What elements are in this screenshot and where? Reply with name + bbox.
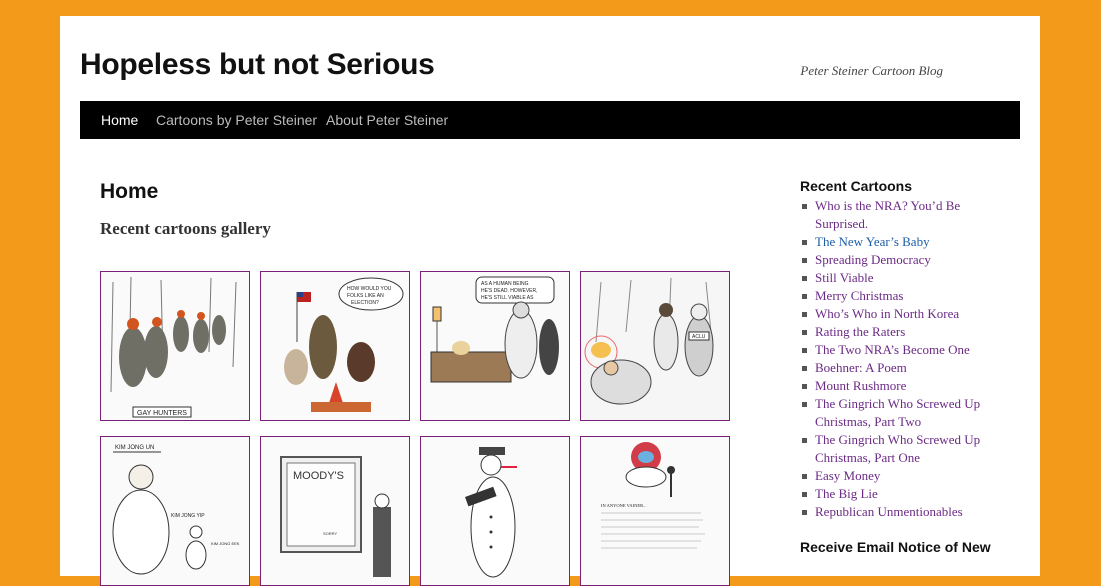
cartoon-thumbnail-1[interactable]: GAY HUNTERS bbox=[100, 271, 250, 421]
cartoon-image: IN ANYONE VAINER... bbox=[581, 437, 729, 585]
cartoon-caption: IN ANYONE VAINER... bbox=[601, 503, 646, 508]
svg-text:HE'S DEAD. HOWEVER,: HE'S DEAD. HOWEVER, bbox=[481, 288, 538, 294]
list-item: Easy Money bbox=[800, 467, 1000, 485]
recent-link[interactable]: The New Year’s Baby bbox=[815, 234, 930, 249]
svg-text:ELECTION?: ELECTION? bbox=[351, 300, 379, 306]
recent-link[interactable]: Republican Unmentionables bbox=[815, 504, 963, 519]
list-item: Who is the NRA? You’d Be Surprised. bbox=[800, 197, 1000, 233]
recent-link[interactable]: The Gingrich Who Screwed Up Christmas, P… bbox=[815, 396, 980, 429]
recent-link[interactable]: The Two NRA’s Become One bbox=[815, 342, 970, 357]
cartoon-thumbnail-8[interactable]: IN ANYONE VAINER... bbox=[580, 436, 730, 586]
cartoon-caption: GAY HUNTERS bbox=[137, 410, 187, 417]
cartoon-thumbnail-6[interactable]: MOODY'S SORRY bbox=[260, 436, 410, 586]
cartoon-caption: MOODY'S bbox=[293, 470, 344, 482]
page-container: Hopeless but not Serious Peter Steiner C… bbox=[60, 16, 1040, 586]
recent-cartoons-list: Who is the NRA? You’d Be Surprised. The … bbox=[800, 197, 1000, 521]
cartoon-thumbnail-7[interactable] bbox=[420, 436, 570, 586]
recent-link[interactable]: Easy Money bbox=[815, 468, 880, 483]
recent-link[interactable]: Boehner: A Poem bbox=[815, 360, 907, 375]
cartoon-image bbox=[421, 437, 569, 585]
svg-text:KIM JONG EEK: KIM JONG EEK bbox=[211, 541, 240, 546]
cartoon-image: KIM JONG UN KIM JONG YIP KIM JONG EEK bbox=[101, 437, 249, 585]
recent-link[interactable]: Who is the NRA? You’d Be Surprised. bbox=[815, 198, 960, 231]
cartoon-thumbnail-2[interactable]: HOW WOULD YOU FOLKS LIKE AN ELECTION? bbox=[260, 271, 410, 421]
site-tagline: Peter Steiner Cartoon Blog bbox=[800, 63, 943, 78]
list-item: Republican Unmentionables bbox=[800, 503, 1000, 521]
list-item: Who’s Who in North Korea bbox=[800, 305, 1000, 323]
recent-link[interactable]: The Big Lie bbox=[815, 486, 878, 501]
svg-text:KIM JONG YIP: KIM JONG YIP bbox=[171, 513, 205, 519]
list-item: Merry Christmas bbox=[800, 287, 1000, 305]
sidebar-email-title: Receive Email Notice of New bbox=[800, 539, 991, 555]
recent-link[interactable]: Who’s Who in North Korea bbox=[815, 306, 959, 321]
svg-text:HE'S STILL VIABLE AS: HE'S STILL VIABLE AS bbox=[481, 295, 534, 301]
list-item: The Gingrich Who Screwed Up Christmas, P… bbox=[800, 395, 1000, 431]
svg-text:SORRY: SORRY bbox=[323, 531, 337, 536]
svg-text:FOLKS LIKE AN: FOLKS LIKE AN bbox=[347, 293, 384, 299]
list-item: The New Year’s Baby bbox=[800, 233, 1000, 251]
recent-link[interactable]: Spreading Democracy bbox=[815, 252, 931, 267]
list-item: The Gingrich Who Screwed Up Christmas, P… bbox=[800, 431, 1000, 467]
nav-item-about[interactable]: About Peter Steiner bbox=[326, 112, 448, 128]
recent-link[interactable]: The Gingrich Who Screwed Up Christmas, P… bbox=[815, 432, 980, 465]
recent-link[interactable]: Merry Christmas bbox=[815, 288, 903, 303]
svg-text:HOW WOULD YOU: HOW WOULD YOU bbox=[347, 286, 392, 292]
recent-link[interactable]: Mount Rushmore bbox=[815, 378, 906, 393]
list-item: Spreading Democracy bbox=[800, 251, 1000, 269]
svg-text:ACLU: ACLU bbox=[692, 334, 706, 340]
list-item: Rating the Raters bbox=[800, 323, 1000, 341]
page-title: Home bbox=[100, 180, 159, 203]
cartoon-image: HOW WOULD YOU FOLKS LIKE AN ELECTION? bbox=[261, 272, 409, 420]
nav-item-home[interactable]: Home bbox=[101, 112, 138, 128]
cartoon-thumbnail-3[interactable]: AS A HUMAN BEING HE'S DEAD. HOWEVER, HE'… bbox=[420, 271, 570, 421]
cartoon-thumbnail-4[interactable]: ACLU bbox=[580, 271, 730, 421]
cartoon-image: AS A HUMAN BEING HE'S DEAD. HOWEVER, HE'… bbox=[421, 272, 569, 420]
cartoon-image: ACLU bbox=[581, 272, 729, 420]
recent-link[interactable]: Still Viable bbox=[815, 270, 874, 285]
cartoon-caption: KIM JONG UN bbox=[115, 445, 154, 451]
list-item: The Big Lie bbox=[800, 485, 1000, 503]
cartoon-image: MOODY'S SORRY bbox=[261, 437, 409, 585]
cartoon-thumbnail-5[interactable]: KIM JONG UN KIM JONG YIP KIM JONG EEK bbox=[100, 436, 250, 586]
nav-item-cartoons[interactable]: Cartoons by Peter Steiner bbox=[156, 112, 317, 128]
sidebar-recent-title: Recent Cartoons bbox=[800, 178, 913, 194]
svg-text:AS A HUMAN BEING: AS A HUMAN BEING bbox=[481, 281, 529, 287]
list-item: Boehner: A Poem bbox=[800, 359, 1000, 377]
list-item: The Two NRA’s Become One bbox=[800, 341, 1000, 359]
list-item: Mount Rushmore bbox=[800, 377, 1000, 395]
site-title[interactable]: Hopeless but not Serious bbox=[80, 48, 435, 82]
cartoon-image: GAY HUNTERS bbox=[101, 272, 249, 420]
main-nav: Home Cartoons by Peter Steiner About Pet… bbox=[80, 101, 1020, 139]
recent-link[interactable]: Rating the Raters bbox=[815, 324, 905, 339]
gallery-heading: Recent cartoons gallery bbox=[100, 219, 271, 238]
list-item: Still Viable bbox=[800, 269, 1000, 287]
